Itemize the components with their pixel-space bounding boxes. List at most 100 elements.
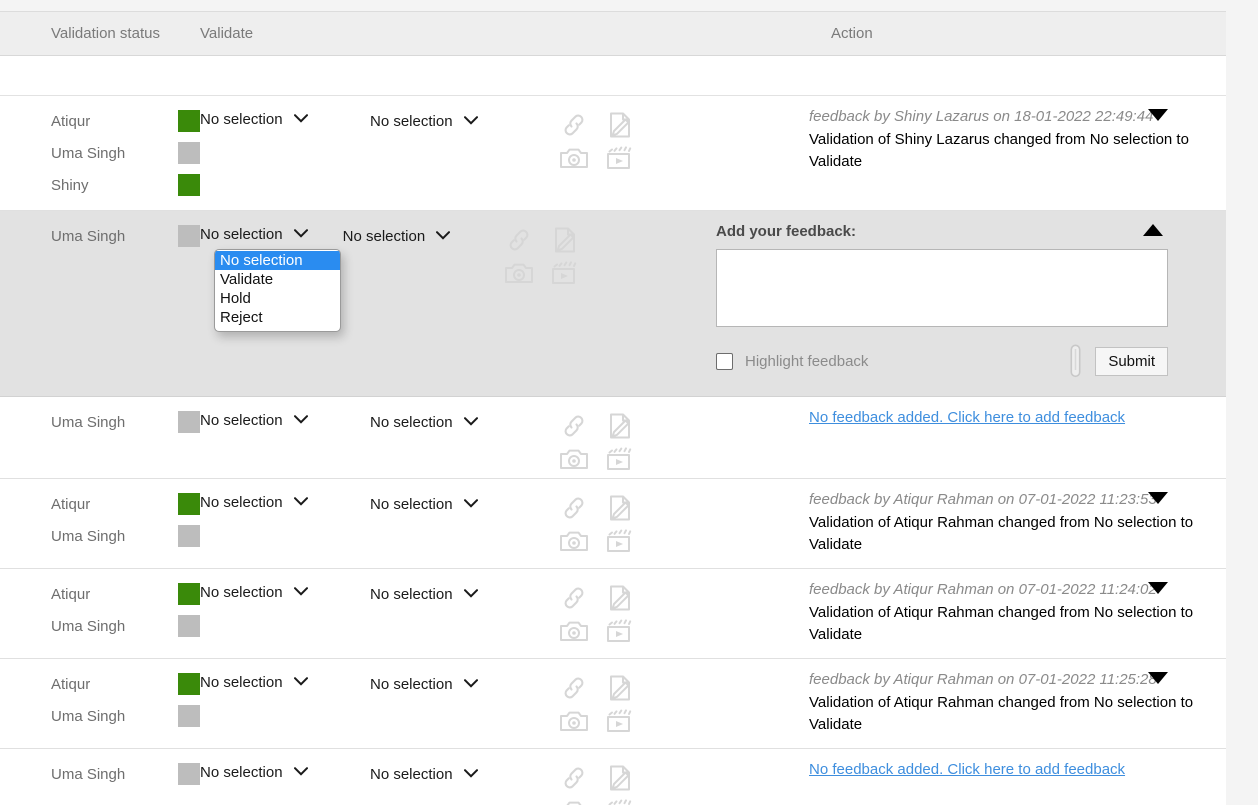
dropdown-option-reject[interactable]: Reject xyxy=(215,308,340,327)
link-icon[interactable] xyxy=(560,495,588,521)
status-swatch-pending xyxy=(178,142,200,164)
video-clip-icon[interactable] xyxy=(605,528,635,554)
camera-icon[interactable] xyxy=(559,146,589,170)
validation-status-cell: Atiqur Uma Singh xyxy=(0,569,200,658)
chevron-down-icon xyxy=(293,496,308,509)
validate-select-secondary[interactable]: No selection xyxy=(343,228,451,245)
note-edit-icon[interactable] xyxy=(606,674,634,702)
camera-icon[interactable] xyxy=(559,799,589,805)
chevron-down-icon xyxy=(293,228,308,241)
link-icon[interactable] xyxy=(505,227,533,253)
select-value-primary: No selection xyxy=(200,494,283,511)
link-icon[interactable] xyxy=(560,413,588,439)
column-header-icons xyxy=(542,12,787,55)
video-clip-icon[interactable] xyxy=(605,145,635,171)
secondary-select-cell: No selection xyxy=(370,659,542,748)
validate-cell: No selection xyxy=(200,96,370,210)
video-clip-icon[interactable] xyxy=(605,798,635,805)
action-cell: feedback by Atiqur Rahman on 07-01-2022 … xyxy=(787,659,1226,748)
select-value-secondary: No selection xyxy=(370,496,453,513)
link-icon[interactable] xyxy=(560,112,588,138)
chevron-down-icon[interactable] xyxy=(1147,581,1169,597)
link-icon[interactable] xyxy=(560,765,588,791)
select-value-secondary: No selection xyxy=(370,676,453,693)
validator-name: Uma Singh xyxy=(51,765,126,783)
select-value-primary: No selection xyxy=(200,764,283,781)
validate-select-primary[interactable]: No selection xyxy=(200,412,308,429)
select-value-secondary: No selection xyxy=(370,113,453,130)
validate-select-secondary[interactable]: No selection xyxy=(370,766,478,783)
status-swatch-pending xyxy=(178,615,200,637)
validation-status-cell: Atiqur Uma Singh xyxy=(0,659,200,748)
link-icon[interactable] xyxy=(560,585,588,611)
camera-icon[interactable] xyxy=(559,447,589,471)
dropdown-option-validate[interactable]: Validate xyxy=(215,270,340,289)
action-cell: Add your feedback: Highlight feedback Subm… xyxy=(694,211,1226,396)
submit-button[interactable]: Submit xyxy=(1095,346,1168,376)
video-clip-icon[interactable] xyxy=(605,708,635,734)
video-clip-icon[interactable] xyxy=(605,618,635,644)
add-feedback-link[interactable]: No feedback added. Click here to add fee… xyxy=(809,409,1125,426)
status-swatch-pending xyxy=(178,763,200,785)
validate-select-primary[interactable]: No selection xyxy=(200,674,308,691)
camera-icon[interactable] xyxy=(559,619,589,643)
page-root: Validation status Validate Action Atiqur… xyxy=(0,0,1258,805)
note-edit-icon[interactable] xyxy=(551,226,579,254)
validator-name: Uma Singh xyxy=(51,227,126,245)
dropdown-option-no-selection[interactable]: No selection xyxy=(215,251,340,270)
paperclip-icon[interactable] xyxy=(1070,344,1081,378)
camera-icon[interactable] xyxy=(559,709,589,733)
note-edit-icon[interactable] xyxy=(606,111,634,139)
chevron-down-icon xyxy=(463,588,478,601)
chevron-up-icon[interactable] xyxy=(1142,223,1164,239)
validator-name: Shiny xyxy=(51,176,89,194)
validate-select-primary[interactable]: No selection xyxy=(200,111,308,128)
link-icon[interactable] xyxy=(560,675,588,701)
camera-icon[interactable] xyxy=(504,261,534,285)
validate-select-primary[interactable]: No selection xyxy=(200,764,308,781)
validate-select-secondary[interactable]: No selection xyxy=(370,113,478,130)
dropdown-option-hold[interactable]: Hold xyxy=(215,289,340,308)
highlight-feedback-checkbox[interactable] xyxy=(716,352,733,370)
table-row: Uma Singh No selection No selection Validat… xyxy=(0,211,1226,397)
camera-icon[interactable] xyxy=(559,529,589,553)
table-row: Atiqur Uma Singh No selection No selection f… xyxy=(0,569,1226,659)
validate-select-secondary[interactable]: No selection xyxy=(370,496,478,513)
validate-select-secondary[interactable]: No selection xyxy=(370,586,478,603)
validate-cell: No selection xyxy=(200,397,370,478)
validator-entry: Atiqur xyxy=(51,106,200,136)
action-cell: No feedback added. Click here to add fee… xyxy=(787,397,1226,478)
status-swatch-validated xyxy=(178,174,200,196)
validate-select-secondary[interactable]: No selection xyxy=(370,414,478,431)
validate-cell: No selection xyxy=(200,749,370,805)
note-edit-icon[interactable] xyxy=(606,764,634,792)
chevron-down-icon[interactable] xyxy=(1147,491,1169,507)
validate-select-primary[interactable]: No selection xyxy=(200,226,308,243)
column-header-validation-status: Validation status xyxy=(51,25,160,42)
validate-dropdown-list[interactable]: No selection Validate Hold Reject xyxy=(214,249,341,332)
validate-cell: No selection xyxy=(200,569,370,658)
note-edit-icon[interactable] xyxy=(606,412,634,440)
chevron-down-icon[interactable] xyxy=(1147,108,1169,124)
action-cell: feedback by Shiny Lazarus on 18-01-2022 … xyxy=(787,96,1226,210)
validate-select-primary[interactable]: No selection xyxy=(200,584,308,601)
add-feedback-link[interactable]: No feedback added. Click here to add fee… xyxy=(809,761,1125,778)
validator-entry: Atiqur xyxy=(51,669,200,699)
validator-name: Atiqur xyxy=(51,585,91,603)
chevron-down-icon[interactable] xyxy=(1147,671,1169,687)
chevron-down-icon xyxy=(463,115,478,128)
feedback-textarea[interactable] xyxy=(716,249,1168,327)
video-clip-icon[interactable] xyxy=(605,446,635,472)
validator-name: Uma Singh xyxy=(51,413,126,431)
validate-select-secondary[interactable]: No selection xyxy=(370,676,478,693)
table-row: Atiqur Uma Singh Shiny No selection No selec… xyxy=(0,96,1226,211)
action-cell: feedback by Atiqur Rahman on 07-01-2022 … xyxy=(787,569,1226,658)
note-edit-icon[interactable] xyxy=(606,584,634,612)
note-edit-icon[interactable] xyxy=(606,494,634,522)
chevron-down-icon xyxy=(436,230,451,243)
select-value-secondary: No selection xyxy=(370,586,453,603)
validator-entry: Atiqur xyxy=(51,579,200,609)
video-clip-icon[interactable] xyxy=(550,260,580,286)
validate-select-primary[interactable]: No selection xyxy=(200,494,308,511)
status-swatch-pending xyxy=(178,705,200,727)
